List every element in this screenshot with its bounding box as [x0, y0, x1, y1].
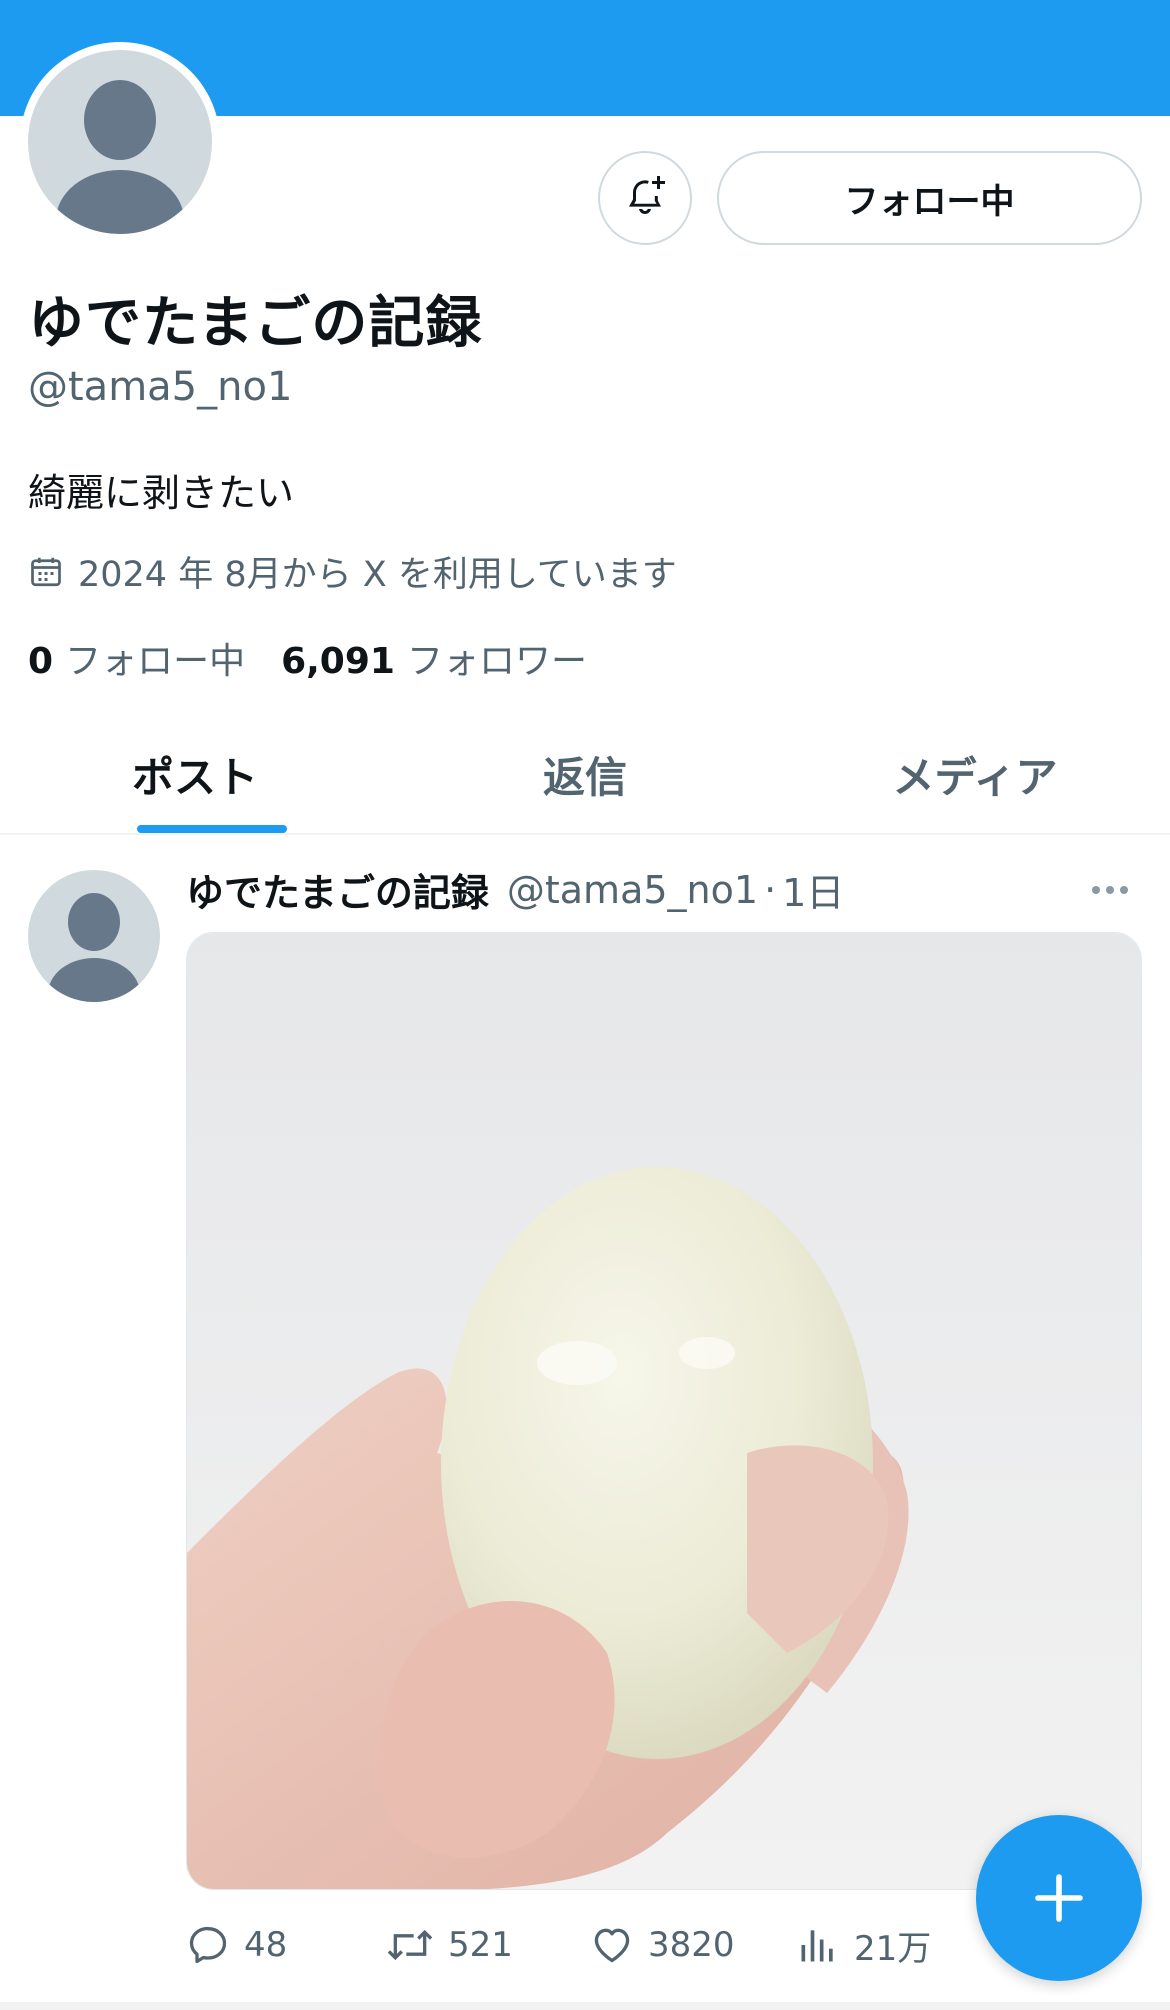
reply-action[interactable]: 48: [186, 1912, 287, 1978]
post-author-avatar[interactable]: [28, 870, 160, 1002]
post-image[interactable]: [186, 932, 1142, 1890]
reply-icon: [189, 1926, 227, 1964]
notification-bell-button[interactable]: [598, 151, 692, 245]
default-avatar-icon: [48, 893, 140, 1002]
views-icon: [801, 1930, 833, 1962]
like-action[interactable]: 3820: [590, 1912, 735, 1978]
tab-replies[interactable]: 返信: [390, 715, 780, 833]
following-button[interactable]: フォロー中: [717, 151, 1142, 245]
repost-action[interactable]: 521: [386, 1912, 513, 1978]
default-avatar-icon: [56, 80, 184, 234]
active-tab-indicator: [137, 825, 287, 833]
reply-count: 48: [244, 1925, 288, 1965]
egg-photo: [187, 933, 1141, 1889]
like-count: 3820: [648, 1925, 735, 1965]
calendar-icon: [31, 557, 61, 586]
post-author-name[interactable]: ゆでたまごの記録: [186, 862, 489, 917]
following-label: フォロー中: [65, 641, 246, 682]
views-action[interactable]: 21万: [796, 1912, 931, 1978]
followers-count: 6,091: [281, 641, 395, 682]
profile-tabs: ポスト 返信 メディア: [0, 715, 1170, 835]
post-separator: ·: [764, 867, 777, 912]
compose-plus-icon: [1035, 1874, 1083, 1922]
like-icon: [594, 1928, 630, 1963]
more-icon[interactable]: [1092, 880, 1136, 900]
following-count: 0: [28, 641, 54, 682]
joined-text: 2024 年 8月から X を利用しています: [78, 555, 677, 595]
followers-stat[interactable]: 6,091 フォロワー: [281, 632, 587, 684]
bell-plus-icon: [629, 176, 665, 214]
following-stat[interactable]: 0 フォロー中: [28, 632, 245, 684]
post-timestamp[interactable]: 1日: [782, 862, 844, 917]
profile-display-name: ゆでたまごの記録: [28, 291, 483, 356]
followers-label: フォロワー: [406, 641, 587, 682]
post-header: ゆでたまごの記録 @tama5_no1 · 1日: [186, 862, 844, 917]
profile-handle: @tama5_no1: [28, 364, 293, 410]
joined-date: 2024 年 8月から X を利用しています: [28, 546, 677, 597]
tab-media[interactable]: メディア: [780, 715, 1170, 833]
tab-posts[interactable]: ポスト: [0, 715, 390, 833]
bottom-divider: [0, 2002, 1170, 2010]
profile-avatar[interactable]: [20, 42, 220, 242]
repost-count: 521: [448, 1925, 513, 1965]
views-count: 21万: [854, 1928, 932, 1969]
compose-button[interactable]: [976, 1815, 1142, 1981]
profile-bio: 綺麗に剥きたい: [28, 471, 295, 515]
repost-icon: [387, 1929, 433, 1961]
follow-stats: 0 フォロー中 6,091 フォロワー: [28, 632, 587, 684]
post-author-handle[interactable]: @tama5_no1: [507, 868, 758, 912]
